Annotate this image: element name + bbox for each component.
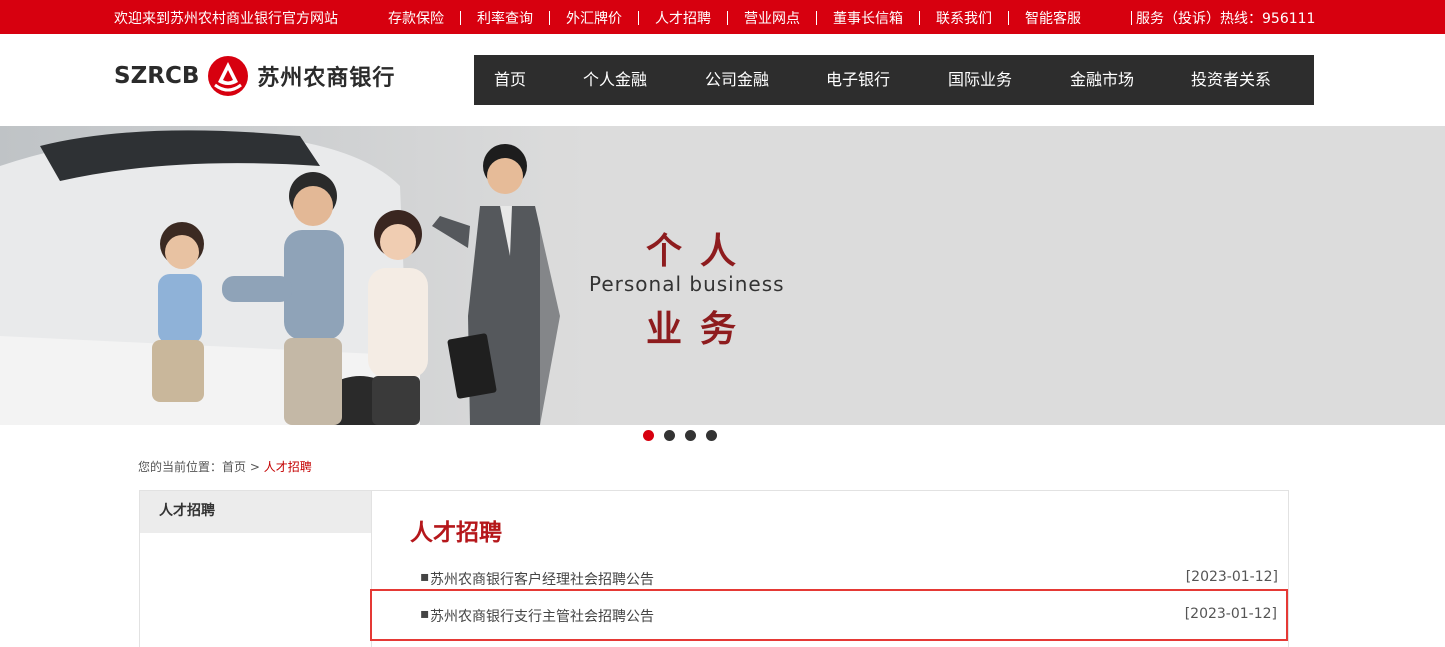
hotline: 服务（投诉）热线：956111 bbox=[1131, 8, 1315, 28]
breadcrumb-current: 人才招聘 bbox=[263, 460, 312, 474]
top-link-recruitment[interactable]: 人才招聘 bbox=[639, 8, 727, 28]
sidebar-item-recruitment[interactable]: 人才招聘 bbox=[140, 491, 371, 533]
breadcrumb-separator: > bbox=[246, 460, 264, 474]
bullet-icon: ▪ bbox=[420, 569, 430, 585]
banner-photo bbox=[0, 126, 592, 425]
banner-subtitle: Personal business bbox=[589, 272, 785, 296]
top-link-smart-service[interactable]: 智能客服 bbox=[1009, 8, 1097, 28]
welcome-text: 欢迎来到苏州农村商业银行官方网站 bbox=[114, 11, 338, 27]
nav-investor-relations[interactable]: 投资者关系 bbox=[1170, 55, 1292, 105]
top-link-forex[interactable]: 外汇牌价 bbox=[550, 8, 638, 28]
list-item-title[interactable]: 苏州农商银行客户经理社会招聘公告 bbox=[430, 569, 654, 589]
sidebar: 人才招聘 bbox=[139, 490, 371, 647]
breadcrumb-prefix: 您的当前位置： bbox=[138, 460, 223, 474]
nav-international[interactable]: 国际业务 bbox=[926, 55, 1034, 105]
top-link-chairman-mailbox[interactable]: 董事长信箱 bbox=[817, 8, 919, 28]
breadcrumb: 您的当前位置：首页 > 人才招聘 bbox=[138, 458, 312, 475]
nav-corporate-finance[interactable]: 公司金融 bbox=[684, 55, 790, 105]
carousel-dot-4[interactable] bbox=[706, 430, 717, 441]
logo-mark-icon bbox=[208, 56, 249, 96]
carousel-dots bbox=[643, 430, 727, 441]
carousel-dot-1[interactable] bbox=[643, 430, 654, 441]
content-panel: 人才招聘 ▪ 苏州农商银行客户经理社会招聘公告 [2023-01-12] ▪ 苏… bbox=[370, 490, 1289, 647]
top-bar: 欢迎来到苏州农村商业银行官方网站 存款保险 利率查询 外汇牌价 人才招聘 营业网… bbox=[0, 0, 1445, 34]
top-link-rates[interactable]: 利率查询 bbox=[461, 8, 549, 28]
nav-personal-finance[interactable]: 个人金融 bbox=[546, 55, 684, 105]
banner-title-line1: 个人 bbox=[646, 231, 755, 272]
bullet-icon: ▪ bbox=[420, 606, 430, 622]
carousel-dot-3[interactable] bbox=[685, 430, 696, 441]
page-title: 人才招聘 bbox=[410, 520, 502, 546]
nav-financial-market[interactable]: 金融市场 bbox=[1034, 55, 1170, 105]
top-link-contact[interactable]: 联系我们 bbox=[920, 8, 1008, 28]
list-item-date: [2023-01-12] bbox=[1185, 569, 1278, 585]
top-link-deposit-insurance[interactable]: 存款保险 bbox=[372, 8, 460, 28]
carousel-dot-2[interactable] bbox=[664, 430, 675, 441]
list-item-date: [2023-01-12] bbox=[1184, 606, 1277, 622]
top-links: 存款保险 利率查询 外汇牌价 人才招聘 营业网点 董事长信箱 联系我们 智能客服 bbox=[372, 8, 1097, 28]
logo-cn: 苏州农商银行 bbox=[257, 66, 396, 91]
list-item[interactable]: ▪ 苏州农商银行支行主管社会招聘公告 [2023-01-12] bbox=[370, 589, 1288, 641]
nav-e-banking[interactable]: 电子银行 bbox=[790, 55, 926, 105]
nav-home[interactable]: 首页 bbox=[474, 55, 546, 105]
top-link-branches[interactable]: 营业网点 bbox=[728, 8, 816, 28]
hotline-text: 服务（投诉）热线：956111 bbox=[1136, 11, 1316, 27]
logo[interactable]: SZRCB 苏州农商银行 bbox=[114, 54, 395, 98]
list-item-title[interactable]: 苏州农商银行支行主管社会招聘公告 bbox=[430, 606, 654, 626]
banner[interactable]: 个人 Personal business 业务 bbox=[0, 126, 1445, 425]
main-nav: 首页 个人金融 公司金融 电子银行 国际业务 金融市场 投资者关系 bbox=[474, 55, 1314, 105]
breadcrumb-home[interactable]: 首页 bbox=[222, 460, 246, 474]
logo-en: SZRCB bbox=[114, 63, 200, 89]
banner-title-line2: 业务 bbox=[646, 309, 755, 350]
